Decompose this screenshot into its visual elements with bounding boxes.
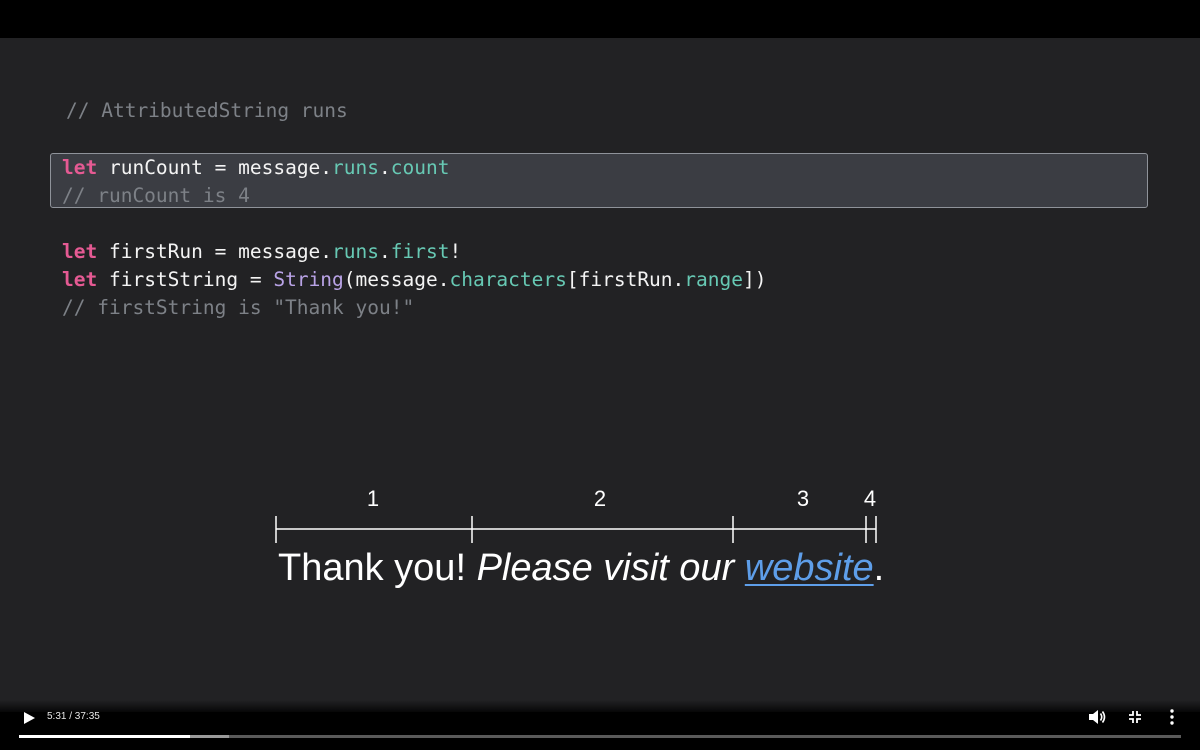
code-header-comment: // AttributedString runs [66,99,348,122]
property-range: range [684,268,743,291]
video-frame[interactable] [0,38,1200,712]
keyword-let: let [62,156,98,179]
attributed-sentence: Thank you! Please visit our website. [278,547,884,590]
keyword-let: let [62,240,98,263]
progress-bar[interactable] [19,735,1181,738]
code-line-firststring: let firstString = String(message.charact… [62,268,766,291]
run-plain-text: Thank you! [278,547,477,589]
code-text: ! [449,240,462,263]
more-icon[interactable] [1162,707,1182,727]
play-icon[interactable] [20,709,38,727]
code-dot: . [379,156,391,179]
property-first: first [390,240,450,263]
time-display: 5:31 / 37:35 [47,711,100,722]
run-link-text: website [744,547,874,589]
code-text: firstString = [97,268,274,291]
exit-fullscreen-icon[interactable] [1125,707,1145,727]
code-line-runcount: let runCount = message.runs.count [62,156,449,179]
code-text: [firstRun. [566,268,685,291]
code-text: firstRun = message. [97,240,333,263]
letterbox-top [0,0,1200,38]
progress-played [19,735,190,738]
keyword-let: let [62,268,98,291]
code-comment-runcount: // runCount is 4 [62,184,250,207]
property-characters: characters [449,268,567,291]
code-text: (message. [343,268,450,291]
property-runs: runs [332,240,380,263]
run-period-text: . [873,547,885,589]
volume-icon[interactable] [1087,707,1107,727]
player-controls [0,700,1200,750]
property-runs: runs [332,156,380,179]
type-string: String [273,268,344,291]
code-text: runCount = message. [97,156,333,179]
run-italic-text: Please visit our [476,547,745,589]
code-dot: . [379,240,391,263]
property-count: count [390,156,450,179]
code-line-firstrun: let firstRun = message.runs.first! [62,240,461,263]
code-comment-firststring: // firstString is "Thank you!" [62,296,415,319]
code-text: ]) [742,268,767,291]
